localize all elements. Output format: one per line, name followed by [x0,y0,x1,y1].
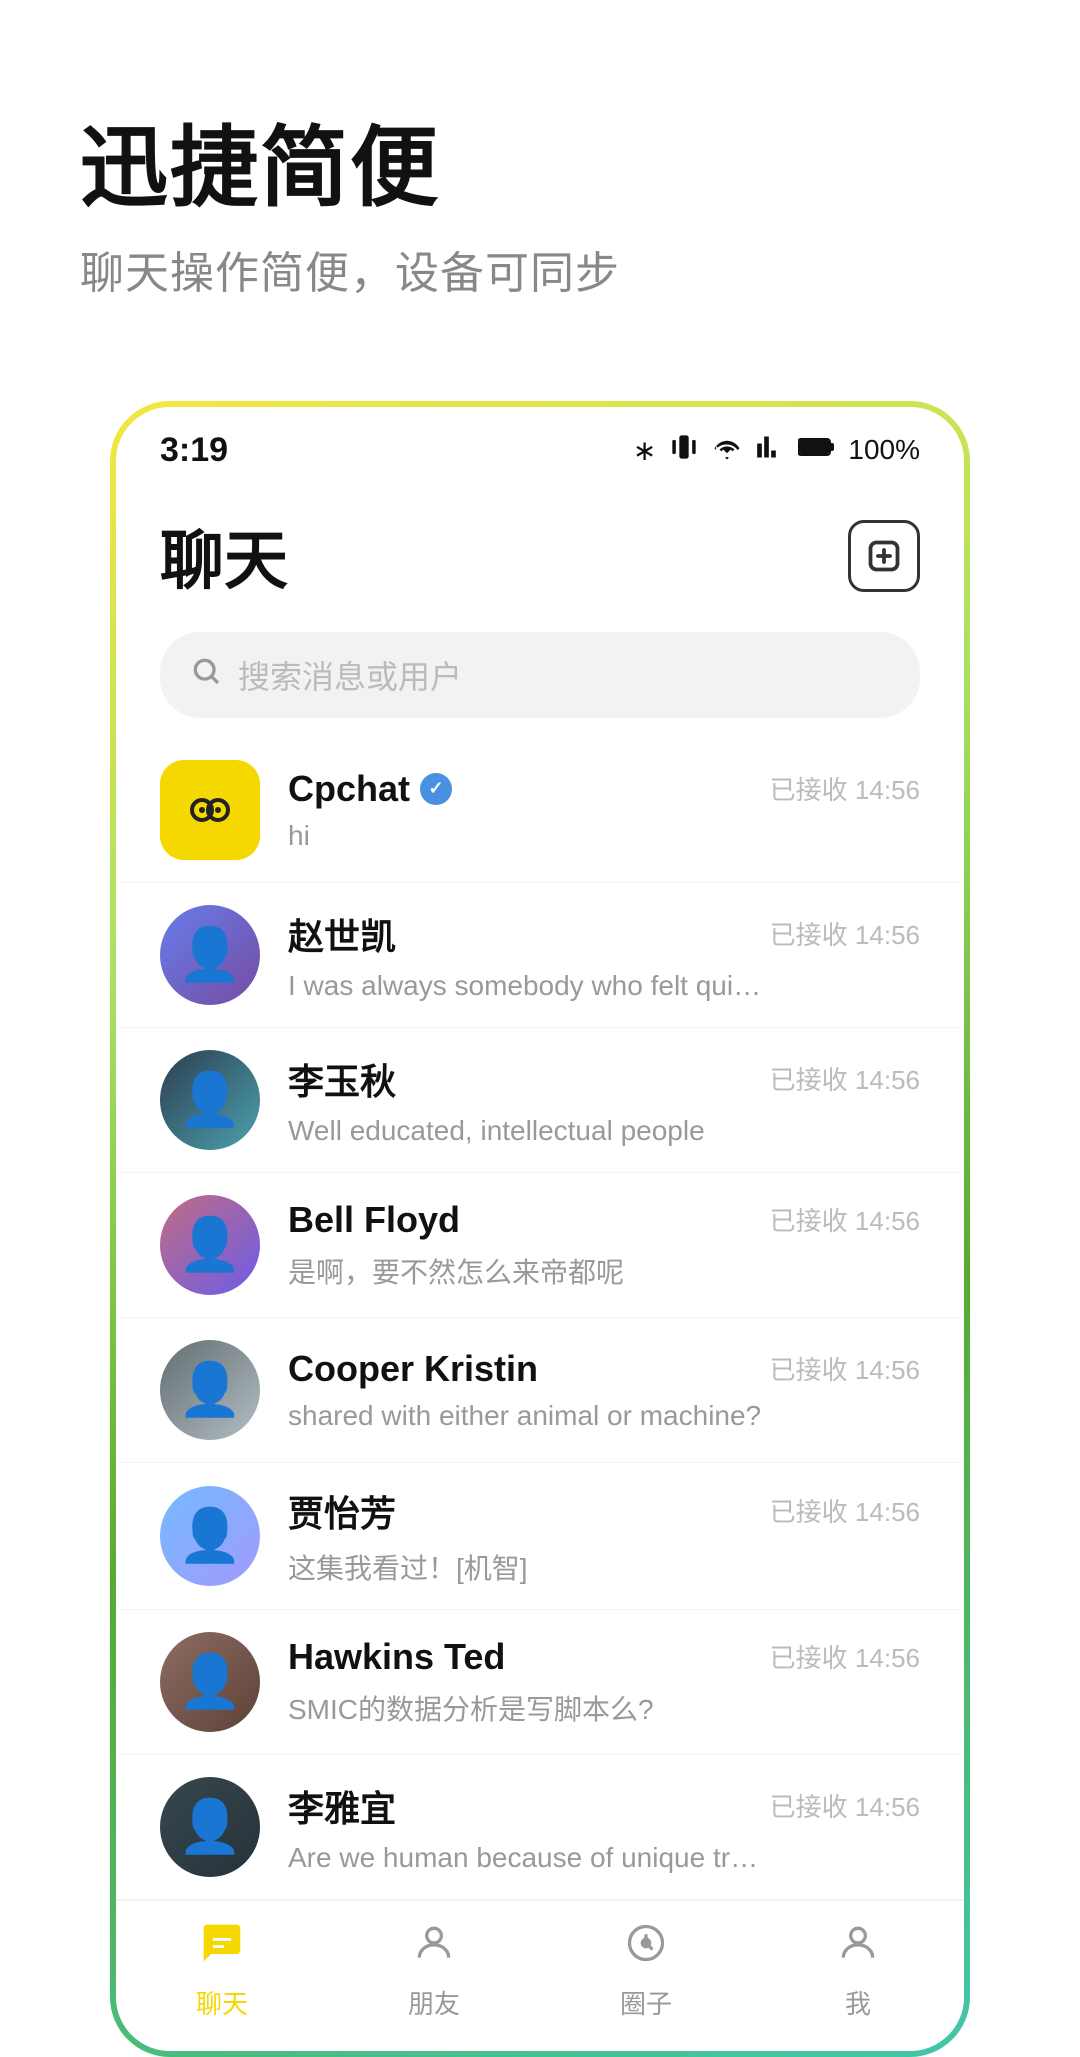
avatar-hawkins: 👤 [160,1632,260,1732]
status-time: 3:19 [160,431,228,470]
chat-name: 赵世凯 [288,908,396,960]
chat-item-zhao[interactable]: 👤 赵世凯 已接收 14:56 I was always somebody wh… [116,883,964,1028]
avatar-cooper: 👤 [160,1340,260,1440]
chat-nav-icon [200,1921,244,1976]
signal-icon [756,433,784,468]
chat-info-zhao: 赵世凯 已接收 14:56 I was always somebody who … [288,908,920,1002]
chat-time: 已接收 14:56 [770,1350,920,1387]
chat-name: Cooper Kristin [288,1348,538,1390]
avatar-li: 👤 [160,1050,260,1150]
chat-info-cpchat: Cpchat ✓ 已接收 14:56 hi [288,768,920,852]
chat-preview: I was always somebody who felt quite ... [288,970,768,1002]
status-bar: 3:19 ∗ 100% [116,407,964,486]
bottom-nav: 聊天 朋友 圈子 我 [116,1900,964,2051]
nav-label-me: 我 [845,1984,871,2021]
search-input[interactable]: 搜索消息或用户 [238,652,462,698]
chat-item-jia[interactable]: 👤 贾怡芳 已接收 14:56 这集我看过！[机智] [116,1463,964,1610]
chat-item-cooper[interactable]: 👤 Cooper Kristin 已接收 14:56 shared with e… [116,1318,964,1463]
nav-item-circle[interactable]: 圈子 [576,1921,716,2021]
avatar-bell: 👤 [160,1195,260,1295]
chat-item-cpchat[interactable]: Cpchat ✓ 已接收 14:56 hi [116,738,964,883]
chat-name: Cpchat ✓ [288,768,452,810]
search-bar[interactable]: 搜索消息或用户 [160,632,920,718]
chat-info-hawkins: Hawkins Ted 已接收 14:56 SMIC的数据分析是写脚本么? [288,1636,920,1728]
chat-time: 已接收 14:56 [770,1638,920,1675]
battery-percent: 100% [848,434,920,466]
chat-preview: shared with either animal or machine? [288,1400,768,1432]
nav-item-friends[interactable]: 朋友 [364,1921,504,2021]
nav-item-chat[interactable]: 聊天 [152,1921,292,2021]
nav-item-me[interactable]: 我 [788,1921,928,2021]
friends-nav-icon [412,1921,456,1976]
chat-preview: SMIC的数据分析是写脚本么? [288,1688,768,1728]
chat-time: 已接收 14:56 [770,1492,920,1529]
avatar-jia: 👤 [160,1486,260,1586]
status-icons: ∗ 100% [633,433,920,468]
chat-preview: 这集我看过！[机智] [288,1547,768,1587]
chat-info-jia: 贾怡芳 已接收 14:56 这集我看过！[机智] [288,1485,920,1587]
verified-badge: ✓ [420,773,452,805]
chat-time: 已接收 14:56 [770,770,920,807]
page-header: 迅捷简便 聊天操作简便，设备可同步 [0,0,1080,361]
chat-info-cooper: Cooper Kristin 已接收 14:56 shared with eit… [288,1348,920,1432]
chat-name: 李玉秋 [288,1053,396,1105]
search-icon [190,655,222,695]
wifi-icon [712,434,742,467]
chat-item-hawkins[interactable]: 👤 Hawkins Ted 已接收 14:56 SMIC的数据分析是写脚本么? [116,1610,964,1755]
chat-name: Hawkins Ted [288,1636,505,1678]
chat-item-liya[interactable]: 👤 李雅宜 已接收 14:56 Are we human because of … [116,1755,964,1900]
chat-preview: hi [288,820,768,852]
chat-item-bell[interactable]: 👤 Bell Floyd 已接收 14:56 是啊，要不然怎么来帝都呢 [116,1173,964,1318]
nav-label-circle: 圈子 [620,1984,672,2021]
chat-time: 已接收 14:56 [770,1201,920,1238]
chat-name: 李雅宜 [288,1780,396,1832]
app-header: 聊天 [116,486,964,622]
chat-preview: Well educated, intellectual people [288,1115,768,1147]
chat-info-liya: 李雅宜 已接收 14:56 Are we human because of un… [288,1780,920,1874]
avatar-zhao: 👤 [160,905,260,1005]
nav-label-chat: 聊天 [196,1984,248,2021]
bluetooth-icon: ∗ [633,434,656,467]
chat-screen-title: 聊天 [160,510,288,602]
circle-nav-icon [624,1921,668,1976]
battery-icon [798,434,834,466]
phone-frame: 3:19 ∗ 100% 聊天 [110,401,970,2057]
chat-time: 已接收 14:56 [770,1787,920,1824]
chat-name-row: Cpchat ✓ 已接收 14:56 [288,768,920,810]
chat-time: 已接收 14:56 [770,915,920,952]
chat-time: 已接收 14:56 [770,1060,920,1097]
chat-list: Cpchat ✓ 已接收 14:56 hi 👤 赵世凯 已接收 [116,738,964,1900]
nav-label-friends: 朋友 [408,1984,460,2021]
chat-name: 贾怡芳 [288,1485,396,1537]
chat-preview: Are we human because of unique traits an… [288,1842,768,1874]
avatar-cpchat [160,760,260,860]
page-subtitle: 聊天操作简便，设备可同步 [80,237,1000,301]
new-chat-button[interactable] [848,520,920,592]
me-nav-icon [836,1921,880,1976]
chat-preview: 是啊，要不然怎么来帝都呢 [288,1251,768,1291]
vibrate-icon [670,433,698,468]
chat-item-li[interactable]: 👤 李玉秋 已接收 14:56 Well educated, intellect… [116,1028,964,1173]
chat-info-bell: Bell Floyd 已接收 14:56 是啊，要不然怎么来帝都呢 [288,1199,920,1291]
page-title: 迅捷简便 [80,120,1000,217]
chat-info-li: 李玉秋 已接收 14:56 Well educated, intellectua… [288,1053,920,1147]
chat-name: Bell Floyd [288,1199,460,1241]
avatar-liya: 👤 [160,1777,260,1877]
